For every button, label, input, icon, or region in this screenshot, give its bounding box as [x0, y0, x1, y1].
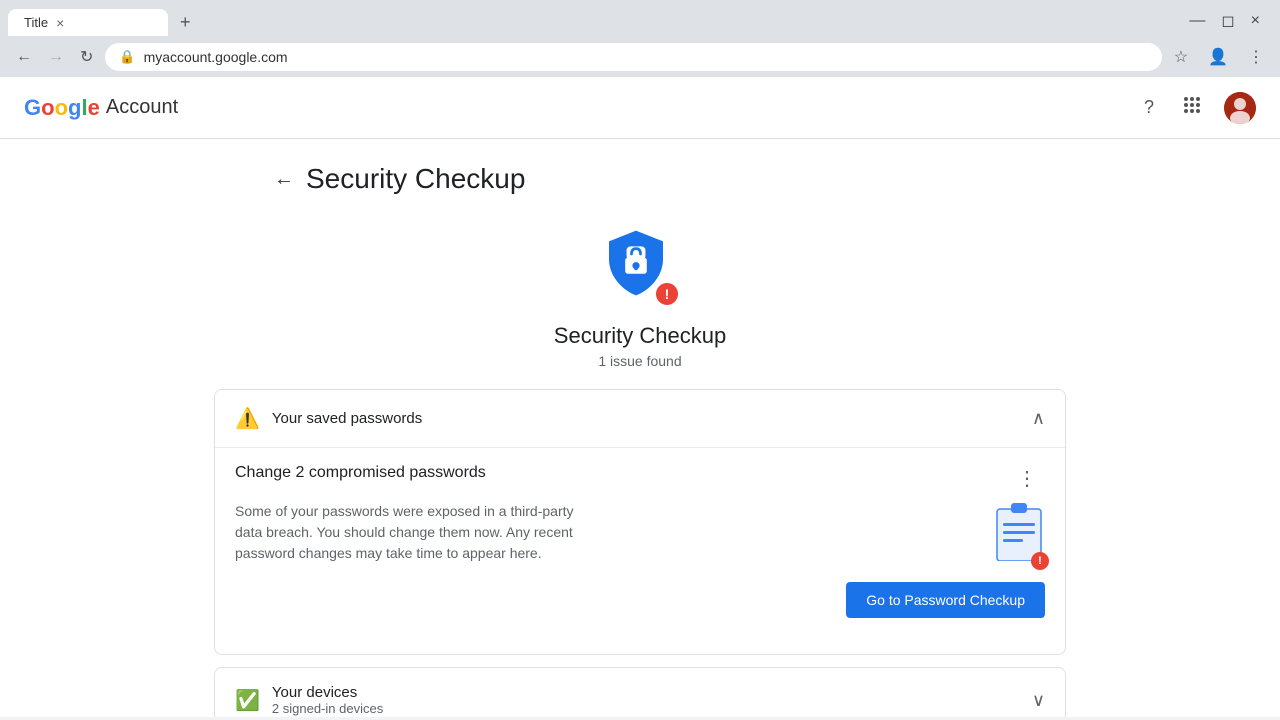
security-status-section: ! Security Checkup 1 issue found: [214, 227, 1066, 369]
page-title: Security Checkup: [306, 163, 525, 195]
back-arrow-icon[interactable]: ←: [274, 168, 294, 191]
browser-chrome: Title × + — ◻ × ← → ↻ 🔒 myaccount.google…: [0, 0, 1280, 77]
refresh-button[interactable]: ↻: [76, 43, 97, 71]
devices-info: Your devices 2 signed-in devices: [272, 684, 383, 716]
devices-success-icon: ✅: [235, 688, 260, 713]
error-icon: ⚠️: [235, 406, 260, 431]
issue-count-text: 1 issue found: [598, 353, 681, 369]
help-button[interactable]: ?: [1138, 91, 1160, 124]
issue-content: Some of your passwords were exposed in a…: [235, 501, 1045, 566]
toolbar-icons: ☆ 👤 ⋮: [1170, 43, 1268, 71]
passwords-section-body: Change 2 compromised passwords ⋮ Some of…: [215, 447, 1065, 654]
security-checkup-title: Security Checkup: [554, 323, 726, 349]
issue-item-header: Change 2 compromised passwords ⋮: [235, 464, 1045, 493]
account-text: Account: [106, 96, 178, 119]
apps-button[interactable]: [1176, 89, 1208, 126]
close-window-button[interactable]: ×: [1251, 11, 1260, 31]
passwords-section-header[interactable]: ⚠️ Your saved passwords ∧: [215, 390, 1065, 447]
menu-button[interactable]: ⋮: [1244, 43, 1268, 71]
tab-title: Title: [24, 15, 48, 30]
clipboard-warning-badge: !: [1031, 552, 1049, 570]
action-row: Go to Password Checkup: [235, 582, 1045, 618]
passwords-chevron-icon: ∧: [1032, 408, 1045, 429]
google-logo: G o o g l e Account: [24, 95, 178, 121]
page-title-row: ← Security Checkup: [214, 163, 1066, 195]
address-bar-row: ← → ↻ 🔒 myaccount.google.com ☆ 👤 ⋮: [0, 37, 1280, 77]
passwords-header-left: ⚠️ Your saved passwords: [235, 406, 422, 431]
warning-badge-icon: !: [654, 281, 680, 307]
issue-description: Some of your passwords were exposed in a…: [235, 501, 575, 564]
minimize-button[interactable]: —: [1189, 11, 1205, 31]
devices-title: Your devices: [272, 684, 383, 701]
devices-subtitle: 2 signed-in devices: [272, 701, 383, 716]
clipboard-illustration: !: [993, 501, 1045, 566]
password-checkup-button[interactable]: Go to Password Checkup: [846, 582, 1045, 618]
maximize-button[interactable]: ◻: [1221, 11, 1234, 31]
page-content: G o o g l e Account ?: [0, 77, 1280, 717]
url-text: myaccount.google.com: [144, 49, 288, 65]
more-options-button[interactable]: ⋮: [1009, 464, 1045, 493]
tab-close-button[interactable]: ×: [56, 16, 64, 30]
header-right: ?: [1138, 89, 1256, 126]
new-tab-button[interactable]: +: [172, 8, 199, 37]
devices-chevron-icon: ∨: [1032, 690, 1045, 711]
page-body: ← Security Checkup ! Security Checkup 1 …: [190, 139, 1090, 717]
issue-title: Change 2 compromised passwords: [235, 464, 486, 482]
logo-g: G: [24, 95, 41, 121]
logo-e: e: [88, 95, 100, 121]
avatar[interactable]: [1224, 92, 1256, 124]
logo-o2: o: [55, 95, 68, 121]
logo-g2: g: [68, 95, 81, 121]
lock-icon: 🔒: [119, 49, 135, 65]
shield-icon-wrapper: !: [600, 227, 680, 307]
window-controls: — ◻ ×: [1189, 11, 1272, 35]
passwords-section-title: Your saved passwords: [272, 410, 422, 427]
tab-bar: Title × + — ◻ ×: [0, 0, 1280, 37]
passwords-section: ⚠️ Your saved passwords ∧ Change 2 compr…: [214, 389, 1066, 655]
compromised-passwords-issue: Change 2 compromised passwords ⋮ Some of…: [235, 448, 1045, 634]
back-button[interactable]: ←: [12, 44, 36, 70]
site-header: G o o g l e Account ?: [0, 77, 1280, 139]
address-bar[interactable]: 🔒 myaccount.google.com: [105, 43, 1161, 71]
devices-section: ✅ Your devices 2 signed-in devices ∨: [214, 667, 1066, 717]
bookmark-button[interactable]: ☆: [1170, 43, 1192, 71]
profile-button[interactable]: 👤: [1204, 43, 1232, 71]
devices-section-header[interactable]: ✅ Your devices 2 signed-in devices ∨: [215, 668, 1065, 717]
browser-tab[interactable]: Title ×: [8, 9, 168, 36]
logo-o1: o: [41, 95, 54, 121]
forward-button[interactable]: →: [44, 44, 68, 70]
devices-header-left: ✅ Your devices 2 signed-in devices: [235, 684, 383, 716]
